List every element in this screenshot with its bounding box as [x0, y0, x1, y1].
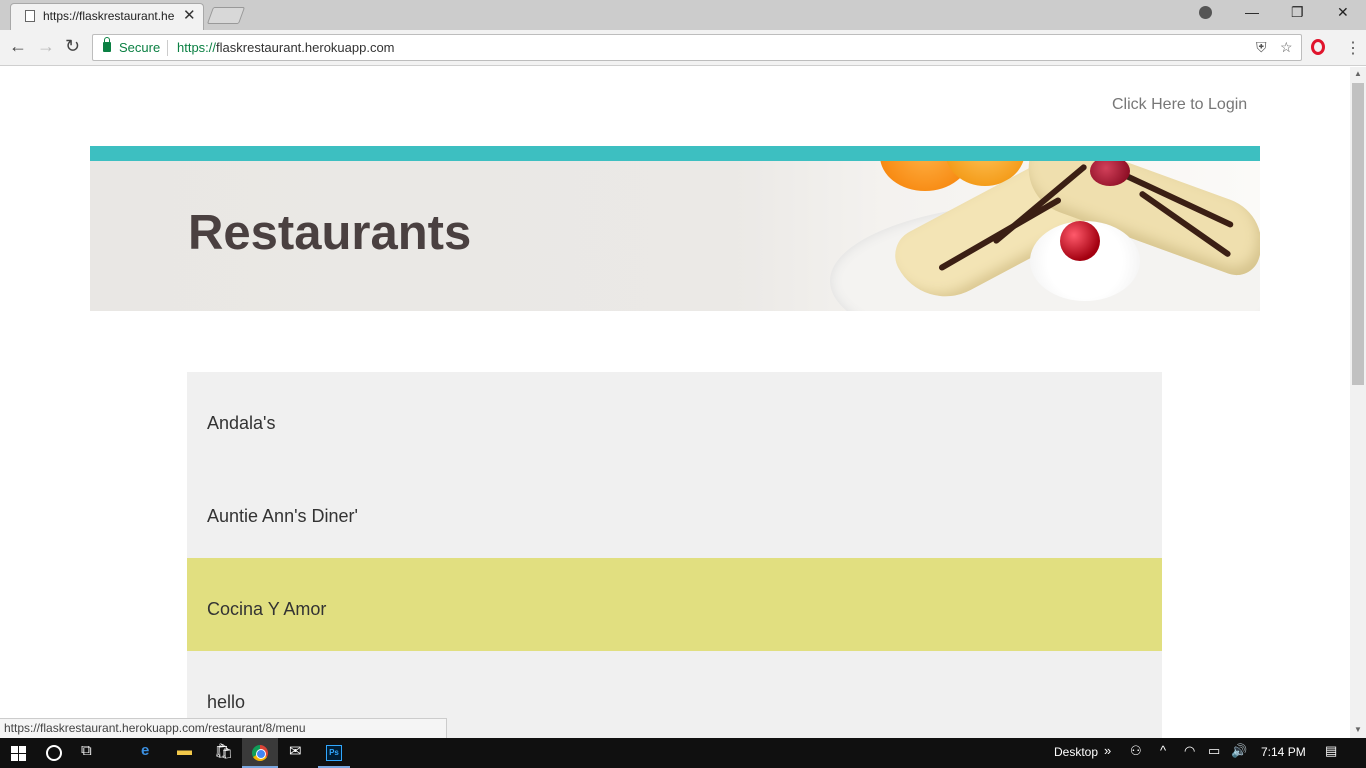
wifi-icon[interactable]: ◠: [1184, 743, 1195, 759]
browser-toolbar: ← → ↻ Secure https://flaskrestaurant.her…: [0, 30, 1366, 66]
chevron-right-icon[interactable]: »: [1104, 743, 1111, 758]
login-link[interactable]: Click Here to Login: [1112, 96, 1247, 114]
page-icon: [25, 10, 35, 22]
desktop-toolbar-label[interactable]: Desktop: [1054, 745, 1098, 759]
list-item[interactable]: Auntie Ann's Diner': [187, 465, 1162, 558]
volume-icon[interactable]: 🔊: [1231, 743, 1247, 759]
tab-title: https://flaskrestaurant.he: [43, 9, 175, 23]
blocked-icon[interactable]: ⛨: [1256, 39, 1267, 56]
minimize-icon[interactable]: —: [1245, 4, 1259, 20]
scroll-down-icon[interactable]: ▼: [1354, 725, 1362, 734]
lock-icon: [103, 37, 111, 52]
restore-icon[interactable]: ❐: [1291, 4, 1304, 21]
restaurant-list: Andala's Auntie Ann's Diner' Cocina Y Am…: [187, 372, 1162, 738]
reload-icon[interactable]: ↻: [65, 36, 80, 57]
people-icon[interactable]: ⚇: [1130, 743, 1142, 759]
store-icon[interactable]: 🛍: [214, 742, 233, 760]
page-title: Restaurants: [188, 206, 472, 260]
notifications-icon[interactable]: ▤: [1325, 743, 1337, 759]
chrome-icon[interactable]: [252, 745, 268, 761]
star-icon[interactable]: ☆: [1280, 39, 1293, 56]
menu-icon[interactable]: ⋮: [1345, 38, 1361, 58]
cortana-icon[interactable]: [46, 745, 62, 761]
scroll-up-icon[interactable]: ▲: [1354, 69, 1362, 78]
scroll-thumb[interactable]: [1352, 83, 1364, 385]
profile-icon[interactable]: [1199, 6, 1212, 19]
close-window-icon[interactable]: ✕: [1337, 4, 1349, 21]
vertical-scrollbar[interactable]: ▲ ▼: [1350, 67, 1366, 738]
clock[interactable]: 7:14 PM: [1261, 745, 1306, 759]
url-text: https://flaskrestaurant.herokuapp.com: [177, 40, 395, 55]
status-url: https://flaskrestaurant.herokuapp.com/re…: [0, 718, 447, 738]
opera-extension-icon[interactable]: [1311, 39, 1325, 55]
browser-tab[interactable]: https://flaskrestaurant.he ✕: [10, 3, 204, 30]
address-bar[interactable]: Secure https://flaskrestaurant.herokuapp…: [92, 34, 1302, 61]
list-item[interactable]: Cocina Y Amor: [187, 558, 1162, 651]
task-view-icon[interactable]: ⧉: [81, 742, 92, 759]
close-tab-icon[interactable]: ✕: [183, 6, 196, 24]
photoshop-icon[interactable]: Ps: [326, 745, 342, 761]
dessert-image: [830, 161, 1260, 311]
forward-icon[interactable]: →: [37, 36, 55, 57]
edge-icon[interactable]: e: [141, 742, 149, 759]
banner: Restaurants: [90, 161, 1260, 311]
browser-titlebar: https://flaskrestaurant.he ✕ — ❐ ✕: [0, 0, 1366, 30]
windows-start-icon[interactable]: [11, 746, 27, 761]
back-icon[interactable]: ←: [9, 36, 27, 57]
show-hidden-icons-icon[interactable]: ^: [1160, 743, 1166, 758]
file-explorer-icon[interactable]: ▬: [177, 742, 192, 759]
battery-icon[interactable]: ▭: [1208, 743, 1220, 759]
list-item[interactable]: Andala's: [187, 372, 1162, 465]
secure-label: Secure: [119, 40, 161, 55]
omnibox-separator: [167, 40, 168, 56]
new-tab-button[interactable]: [206, 7, 246, 24]
taskbar: ⧉ e ▬ 🛍 ✉ Ps Desktop » ⚇ ^ ◠ ▭ 🔊 7:14 PM…: [0, 738, 1366, 768]
mail-icon[interactable]: ✉: [289, 742, 302, 760]
page-viewport: Click Here to Login Restaurants Andala's…: [0, 67, 1350, 738]
accent-bar: [90, 146, 1260, 161]
